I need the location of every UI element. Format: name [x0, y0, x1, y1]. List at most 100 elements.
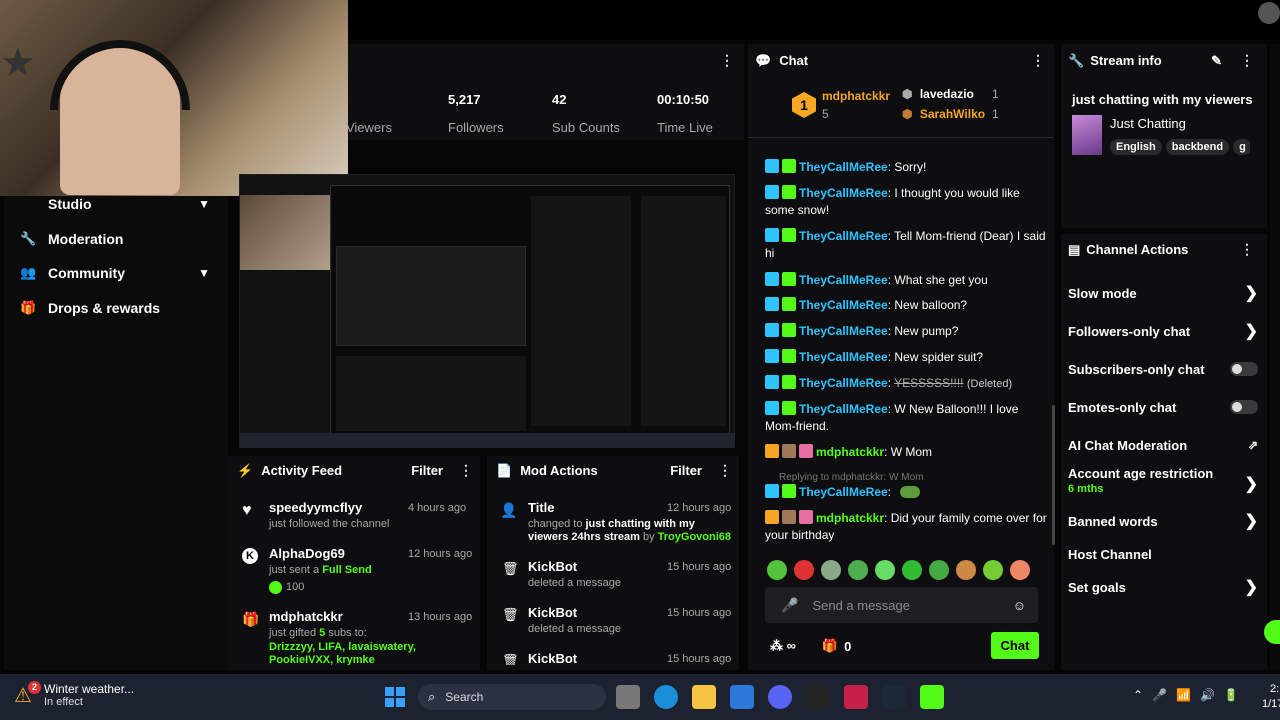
chat-username[interactable]: mdphatckkr	[816, 511, 884, 525]
banned-words-option[interactable]: Banned words ❯	[1068, 511, 1258, 531]
top-gifter-count: 1	[992, 87, 999, 101]
chat-username[interactable]: TheyCallMeRee	[799, 229, 888, 243]
channel-actions-icon: ▤	[1068, 241, 1081, 257]
clock-date[interactable]: 1/17	[1262, 698, 1280, 710]
windows-start-icon[interactable]	[385, 687, 405, 707]
trash-icon: 🗑	[502, 561, 519, 576]
top-gifter-count: 5	[822, 107, 829, 121]
chat-message: TheyCallMeRee: Sorry!	[765, 159, 1050, 176]
discord-icon[interactable]	[768, 685, 792, 709]
stream-info-header: 🔧 Stream info ✎ ⋮	[1068, 52, 1254, 69]
chat-message: TheyCallMeRee:	[765, 484, 1050, 501]
chat-username[interactable]: TheyCallMeRee	[799, 485, 888, 499]
account-age-option[interactable]: Account age restriction 6 mths ❯	[1068, 466, 1258, 502]
subscribers-only-toggle[interactable]	[1230, 362, 1258, 376]
chat-username[interactable]: TheyCallMeRee	[799, 324, 888, 338]
chat-username[interactable]: mdphatckkr	[816, 445, 884, 459]
profile-avatar[interactable]	[1258, 2, 1280, 24]
gift-box-icon[interactable]: 🎁	[822, 638, 838, 654]
action-label: Slow mode	[1068, 285, 1137, 301]
chat-scrollbar[interactable]	[1052, 405, 1055, 545]
chevron-right-icon: ❯	[1244, 323, 1258, 340]
mod-by-user[interactable]: TroyGovoni68	[658, 531, 731, 543]
stream-info-menu-icon[interactable]: ⋮	[1240, 52, 1254, 69]
slow-mode-option[interactable]: Slow mode ❯	[1068, 283, 1258, 303]
mod-filter-button[interactable]: Filter	[670, 463, 702, 478]
edge-browser-icon[interactable]	[654, 685, 678, 709]
stream-tag[interactable]: g	[1233, 139, 1250, 155]
emote-icon[interactable]	[1010, 560, 1030, 580]
activity-filter-button[interactable]: Filter	[411, 463, 443, 478]
emote-icon[interactable]	[767, 560, 787, 580]
app-g-icon[interactable]	[806, 685, 830, 709]
emote-icon[interactable]	[956, 560, 976, 580]
activity-user[interactable]: mdphatckkr	[269, 609, 343, 624]
chat-username[interactable]: TheyCallMeRee	[799, 298, 888, 312]
mod-menu-icon[interactable]: ⋮	[718, 462, 732, 479]
sidebar-item-label: Moderation	[48, 231, 124, 247]
emote-icon[interactable]	[794, 560, 814, 580]
trash-icon: 🗑	[502, 607, 519, 622]
points-icon[interactable]: ⁂ ∞	[770, 638, 796, 654]
sidebar-item-studio[interactable]: Studio ▼	[20, 196, 210, 212]
channel-actions-header: ▤ Channel Actions ⋮	[1068, 241, 1254, 258]
stream-tag[interactable]: backbend	[1165, 139, 1230, 155]
stream-tag[interactable]: English	[1110, 139, 1162, 155]
stream-info-title: Stream info	[1090, 53, 1162, 68]
followers-value: 5,217	[448, 92, 481, 107]
host-channel-option[interactable]: Host Channel	[1068, 544, 1258, 564]
microphone-icon[interactable]: 🎤	[781, 597, 798, 614]
sidebar-item-drops[interactable]: 🎁 Drops & rewards	[20, 300, 160, 316]
chat-title: Chat	[779, 53, 809, 68]
viewers-label: Viewers	[345, 120, 392, 135]
action-label: Emotes-only chat	[1068, 399, 1177, 415]
chat-username[interactable]: TheyCallMeRee	[799, 376, 888, 390]
kick-app-icon[interactable]	[920, 685, 944, 709]
emote-icon[interactable]	[929, 560, 949, 580]
top-gifter-name[interactable]: lavedazio	[920, 87, 974, 101]
task-view-icon[interactable]	[616, 685, 640, 709]
chat-send-button[interactable]: Chat	[991, 632, 1039, 659]
activity-user[interactable]: speedyymcflyy	[269, 500, 362, 515]
stats-menu-icon[interactable]: ⋮	[720, 52, 734, 69]
clock-time[interactable]: 2:	[1270, 683, 1279, 695]
edit-pencil-icon[interactable]: ✎	[1211, 53, 1222, 69]
emote-icon[interactable]	[821, 560, 841, 580]
chat-username[interactable]: TheyCallMeRee	[799, 350, 888, 364]
file-explorer-icon[interactable]	[692, 685, 716, 709]
sidebar-item-community[interactable]: 👥 Community ▼	[20, 265, 210, 281]
emote-icon[interactable]	[848, 560, 868, 580]
ai-moderation-option[interactable]: AI Chat Moderation ⇗	[1068, 435, 1258, 455]
taskbar-search[interactable]: ⌕ Search	[418, 684, 606, 710]
app-red-icon[interactable]	[844, 685, 868, 709]
top-gifter-name[interactable]: SarahWilko	[920, 107, 985, 121]
activity-user[interactable]: AlphaDog69	[269, 546, 345, 561]
sidebar-item-moderation[interactable]: 🔧 Moderation	[20, 231, 123, 247]
emote-icon[interactable]	[902, 560, 922, 580]
chat-username[interactable]: TheyCallMeRee	[799, 186, 888, 200]
top-gifter-name[interactable]: mdphatckkr	[822, 89, 890, 103]
chat-menu-icon[interactable]: ⋮	[1031, 52, 1045, 69]
emoji-picker-icon[interactable]: ☺	[1013, 598, 1026, 613]
emote-icon[interactable]	[983, 560, 1003, 580]
chat-username[interactable]: TheyCallMeRee	[799, 160, 888, 174]
chat-username[interactable]: TheyCallMeRee	[799, 273, 888, 287]
emotes-only-toggle[interactable]	[1230, 400, 1258, 414]
emote-icon[interactable]	[875, 560, 895, 580]
activity-menu-icon[interactable]: ⋮	[459, 462, 473, 479]
category-name[interactable]: Just Chatting	[1110, 116, 1186, 131]
chat-input[interactable]: 🎤 Send a message ☺	[765, 587, 1038, 623]
store-icon[interactable]	[730, 685, 754, 709]
steam-icon[interactable]	[882, 685, 906, 709]
chat-username[interactable]: TheyCallMeRee	[799, 402, 888, 416]
gift-icon: 🎁	[242, 611, 260, 627]
top-gifter-first: 1 mdphatckkr 5	[792, 88, 902, 124]
stream-preview[interactable]	[239, 174, 735, 448]
followers-only-option[interactable]: Followers-only chat ❯	[1068, 321, 1258, 341]
subs-value: 42	[552, 92, 567, 107]
account-age-value: 6 mths	[1068, 483, 1104, 495]
system-tray-icons[interactable]: ⌃🎤📶🔊🔋	[1133, 688, 1248, 702]
channel-actions-menu-icon[interactable]: ⋮	[1240, 241, 1254, 258]
set-goals-option[interactable]: Set goals ❯	[1068, 577, 1258, 597]
weather-title[interactable]: Winter weather...	[44, 682, 134, 696]
